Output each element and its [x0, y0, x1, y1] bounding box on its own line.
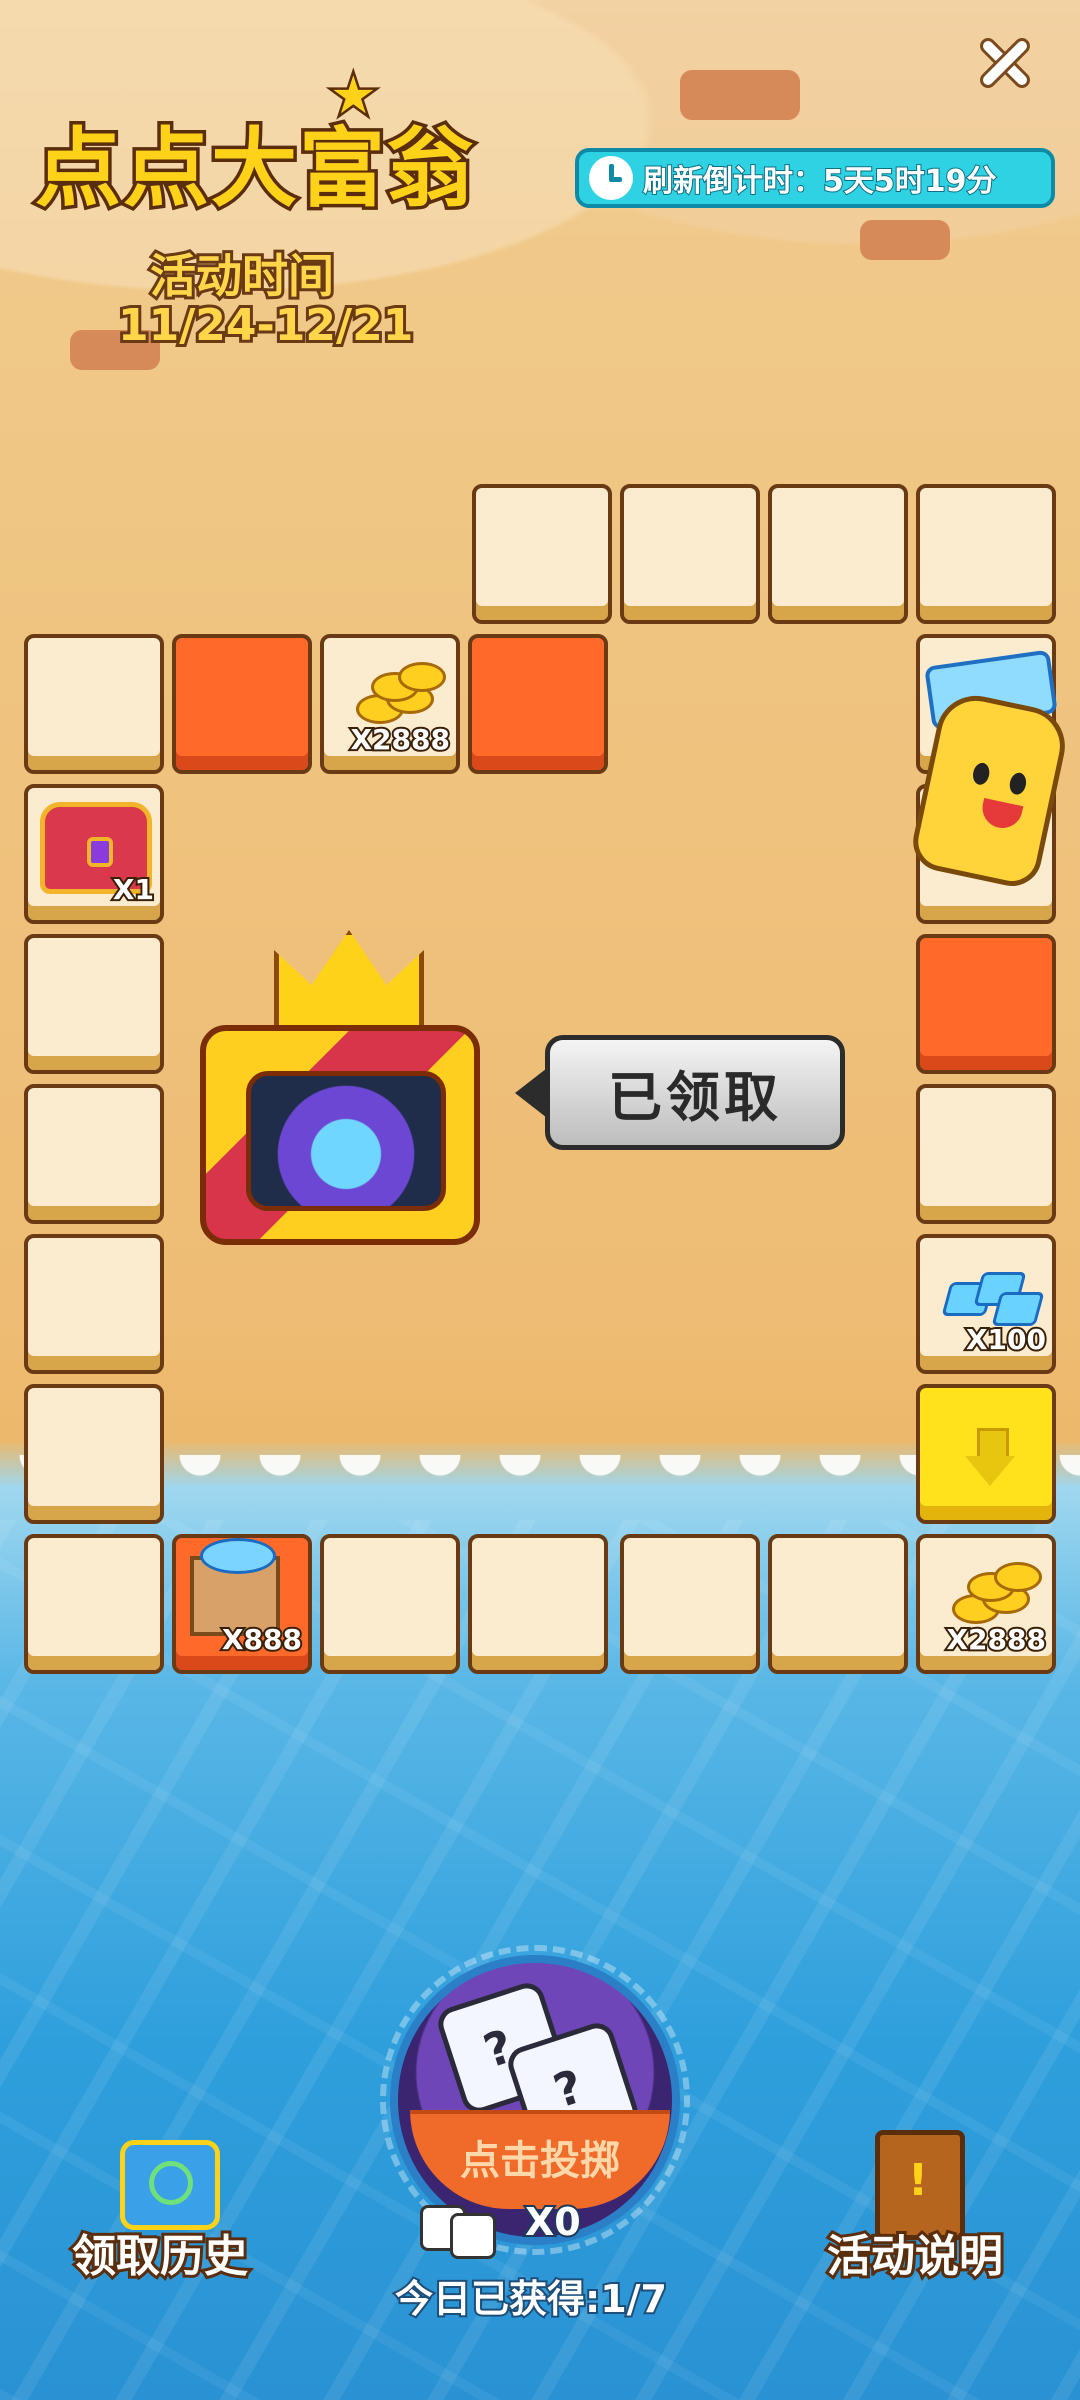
board-tile	[916, 1084, 1056, 1224]
game-scene: ★ 点点大富翁 活动时间 11/24-12/21 刷新倒计时：5天5时19分 X…	[0, 0, 1080, 2400]
board-tile	[24, 1234, 164, 1374]
gold-coins-icon	[942, 1554, 1042, 1634]
board-tile	[768, 1534, 908, 1674]
reward-amount: X2888	[348, 721, 452, 758]
board-tile	[24, 634, 164, 774]
activity-rules-label: 活动说明	[824, 2228, 1006, 2285]
dice-count: X0	[523, 2198, 583, 2246]
refresh-countdown: 刷新倒计时：5天5时19分	[575, 148, 1055, 208]
daily-progress-text: 今日已获得:1/7	[393, 2275, 669, 2323]
clock-icon	[589, 156, 633, 200]
rock-decoration	[860, 220, 950, 260]
reward-amount: X100	[964, 1321, 1048, 1358]
board-tile	[24, 1534, 164, 1674]
close-button[interactable]	[970, 28, 1040, 98]
board-tile-red	[172, 634, 312, 774]
board-tile	[468, 1534, 608, 1674]
board-tile	[768, 484, 908, 624]
rock-decoration	[680, 70, 800, 120]
board-tile	[472, 484, 612, 624]
down-arrow-icon	[965, 1428, 1015, 1488]
board-tile	[916, 484, 1056, 624]
board-tile-red	[916, 934, 1056, 1074]
board-tile	[320, 1534, 460, 1674]
player-mascot	[905, 688, 1073, 892]
claimed-status-tag: 已领取	[515, 1035, 845, 1150]
small-dice-icon	[420, 2195, 500, 2259]
reward-amount: X2888	[944, 1621, 1048, 1658]
roll-dice-label[interactable]: 点击投掷	[410, 2128, 670, 2186]
reward-amount: X1	[111, 871, 156, 908]
board-tile	[24, 934, 164, 1074]
claim-history-label: 领取历史	[69, 2228, 251, 2285]
board-tile-crate: X888	[172, 1534, 312, 1674]
board-tile-red	[468, 634, 608, 774]
crown-icon	[274, 930, 424, 1030]
board-tile-direction	[916, 1384, 1056, 1524]
mascot-body	[907, 688, 1073, 892]
board-tile-chest: X1	[24, 784, 164, 924]
countdown-text: 刷新倒计时：5天5时19分	[642, 163, 997, 200]
gold-coins-icon	[346, 654, 446, 734]
reward-amount: X888	[220, 1621, 304, 1658]
claim-history-button[interactable]: 领取历史	[60, 2140, 260, 2285]
game-logo: ★ 点点大富翁	[32, 64, 477, 223]
board-tile	[620, 484, 760, 624]
blue-gems-icon	[938, 1268, 1045, 1328]
board-tile-coins: X2888	[916, 1534, 1056, 1674]
board-tile-coins: X2888	[320, 634, 460, 774]
logo-title: 点点大富翁	[32, 116, 477, 223]
prize-box-icon	[200, 1025, 480, 1245]
history-icon	[120, 2140, 220, 2230]
activity-rules-button[interactable]: 活动说明	[815, 2130, 1015, 2285]
board-tile	[24, 1084, 164, 1224]
activity-time-label: 活动时间	[147, 246, 337, 306]
board-tile	[24, 1384, 164, 1524]
activity-time-range: 11/24-12/21	[115, 297, 416, 354]
claimed-label: 已领取	[608, 1066, 782, 1129]
board-tile	[620, 1534, 760, 1674]
grand-prize-box[interactable]	[190, 930, 490, 1260]
board-tile-gems: X100	[916, 1234, 1056, 1374]
